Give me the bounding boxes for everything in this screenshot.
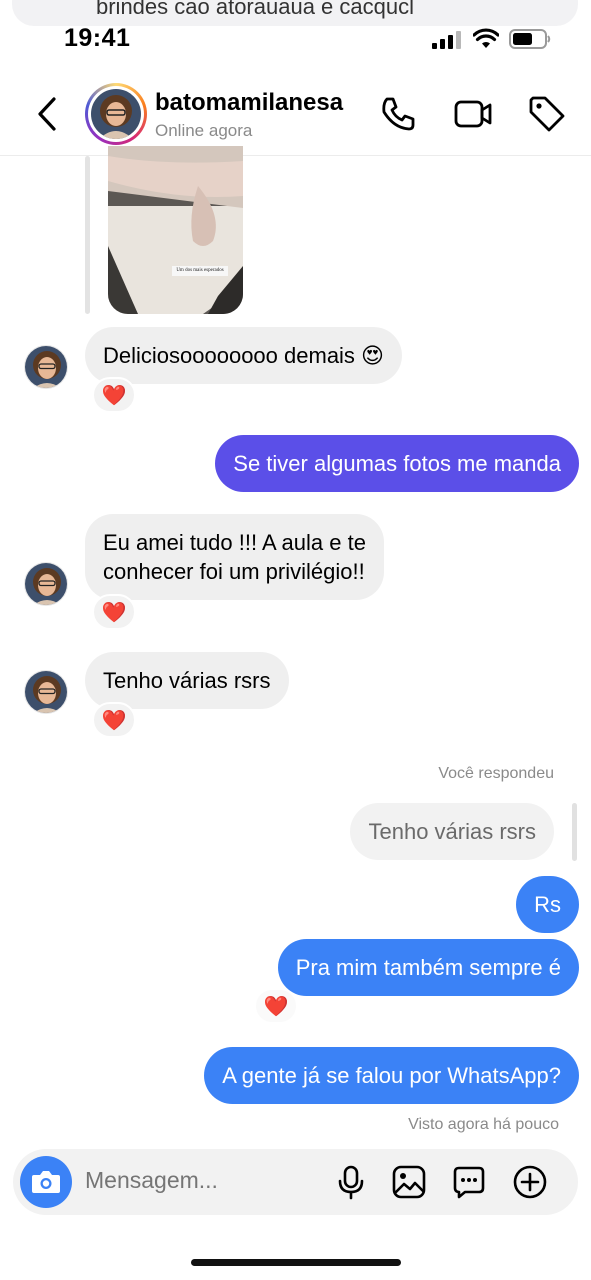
sender-avatar[interactable] — [24, 345, 68, 389]
quoted-message[interactable]: Tenho várias rsrs — [350, 803, 554, 860]
camera-button[interactable] — [20, 1156, 72, 1208]
seen-status: Visto agora há pouco — [408, 1116, 559, 1133]
online-status: Online agora — [155, 121, 253, 140]
heart-icon: ❤️ — [101, 384, 127, 407]
sender-avatar[interactable] — [24, 562, 68, 606]
message-bubble-outgoing[interactable]: Rs — [516, 876, 579, 933]
heart-icon: ❤️ — [263, 995, 289, 1018]
battery-icon — [509, 29, 551, 49]
video-icon[interactable] — [453, 94, 493, 134]
heart-icon: ❤️ — [101, 601, 127, 624]
message-bubble-incoming[interactable]: Deliciosoooooooo demais 😍 — [85, 327, 402, 384]
chat-username[interactable]: batomamilanesa — [155, 89, 343, 117]
message-line: Eu amei tudo !!! A aula e te — [103, 530, 366, 555]
avatar-photo — [91, 89, 141, 139]
profile-avatar[interactable] — [85, 83, 147, 145]
message-input[interactable] — [85, 1167, 305, 1194]
notification-text: brindes cao atorauaua e cacqucl — [96, 0, 414, 19]
message-bubble-outgoing[interactable]: Pra mim também sempre é — [277, 939, 579, 996]
message-reaction[interactable]: ❤️ — [254, 988, 298, 1024]
message-bubble-incoming[interactable]: Eu amei tudo !!! A aula e te conhecer fo… — [85, 514, 384, 600]
shared-post-image[interactable]: Um dos mais esperados — [108, 146, 243, 314]
heart-icon: ❤️ — [101, 709, 127, 732]
camera-icon — [32, 1171, 60, 1193]
back-icon[interactable] — [32, 94, 62, 134]
plus-icon[interactable] — [512, 1164, 548, 1200]
image-icon[interactable] — [391, 1164, 427, 1200]
message-reaction[interactable]: ❤️ — [92, 377, 136, 413]
reply-label: Você respondeu — [438, 765, 554, 782]
shared-post-indicator — [85, 156, 90, 314]
status-time: 19:41 — [64, 24, 131, 52]
message-bubble-outgoing[interactable]: Se tiver algumas fotos me manda — [215, 435, 579, 492]
message-reaction[interactable]: ❤️ — [92, 702, 136, 738]
message-bubble-outgoing[interactable]: A gente já se falou por WhatsApp? — [204, 1047, 579, 1104]
message-line: conhecer foi um privilégio!! — [103, 559, 365, 584]
message-composer — [13, 1149, 578, 1215]
sender-avatar[interactable] — [24, 670, 68, 714]
microphone-icon[interactable] — [333, 1164, 369, 1200]
tag-icon[interactable] — [527, 94, 567, 134]
home-indicator[interactable] — [191, 1259, 401, 1266]
wifi-icon — [473, 28, 499, 48]
quote-indicator — [572, 803, 577, 861]
message-bubble-incoming[interactable]: Tenho várias rsrs — [85, 652, 289, 709]
post-caption: Um dos mais esperados — [176, 268, 224, 273]
sticker-icon[interactable] — [451, 1164, 487, 1200]
chat-header: batomamilanesa Online agora — [0, 72, 591, 156]
phone-icon[interactable] — [378, 94, 418, 134]
message-reaction[interactable]: ❤️ — [92, 594, 136, 630]
cellular-signal-icon — [432, 31, 461, 49]
